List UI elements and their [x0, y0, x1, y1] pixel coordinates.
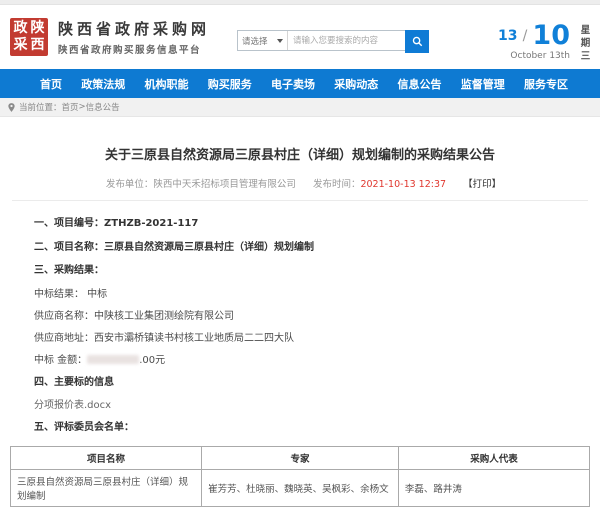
date-weekday: 星期三 [580, 25, 591, 63]
nav-item-procurement-news[interactable]: 采购动态 [334, 76, 378, 92]
search-button[interactable] [405, 30, 429, 53]
date-display: 13 / 10 October 13th [498, 22, 570, 61]
publisher: 发布单位：陕西中天禾招标项目管理有限公司 [106, 179, 296, 190]
date-numeric: 13 / 10 [498, 22, 570, 49]
article-meta: 发布单位：陕西中天禾招标项目管理有限公司 发布时间：2021-10-13 12:… [22, 176, 578, 190]
bid-amount-label: 中标 金额： [34, 355, 87, 366]
supplier-name-line: 供应商名称：中陕核工业集团测绘院有限公司 [34, 311, 578, 324]
breadcrumb-separator: > [79, 102, 86, 112]
site-title: 陕西省政府采购网 [58, 18, 210, 39]
publisher-label: 发布单位： [106, 179, 154, 190]
redacted-amount [87, 355, 139, 364]
site-header: 政 陕 采 西 陕西省政府采购网 陕西省政府购买服务信息平台 请选择 [0, 5, 600, 69]
main-subject-heading: 四、主要标的信息 [34, 377, 578, 390]
nav-item-purchase-services[interactable]: 购买服务 [208, 76, 252, 92]
date-month-name: October [510, 51, 546, 61]
breadcrumb-label: 当前位置： [19, 101, 62, 113]
publish-time: 发布时间：2021-10-13 12:37 [313, 179, 446, 190]
publisher-value: 陕西中天禾招标项目管理有限公司 [153, 179, 296, 190]
committee-heading: 五、评标委员会名单： [34, 422, 578, 435]
location-pin-icon [8, 103, 15, 112]
date-month: 10 [532, 20, 570, 51]
publish-time-label: 发布时间： [313, 179, 361, 190]
brand-text: 陕西省政府采购网 陕西省政府购买服务信息平台 [58, 18, 210, 56]
article-title: 关于三原县自然资源局三原县村庄（详细）规划编制的采购结果公告 [22, 117, 578, 163]
search-select-label: 请选择 [242, 35, 268, 47]
print-button[interactable]: 【打印】 [463, 179, 501, 190]
main-nav: 首页 政策法规 机构职能 购买服务 电子卖场 采购动态 信息公告 监督管理 服务… [0, 69, 600, 98]
committee-table: 项目名称 专家 采购人代表 三原县自然资源局三原县村庄（详细）规划编制 崔芳芳、… [10, 446, 590, 507]
search-bar: 请选择 [237, 30, 429, 51]
nav-item-announcements[interactable]: 信息公告 [398, 76, 442, 92]
site-logo[interactable]: 政 陕 采 西 [10, 18, 48, 56]
table-row: 三原县自然资源局三原县村庄（详细）规划编制 崔芳芳、杜晓丽、魏晓英、吴枫彩、余杨… [11, 469, 590, 506]
nav-item-functions[interactable]: 机构职能 [145, 76, 189, 92]
nav-item-supervision[interactable]: 监督管理 [461, 76, 505, 92]
nav-item-e-marketplace[interactable]: 电子卖场 [271, 76, 315, 92]
procurement-result-heading: 三、采购结果： [34, 265, 578, 278]
bid-result-line: 中标结果： 中标 [34, 289, 578, 302]
nav-item-home[interactable]: 首页 [40, 76, 62, 92]
article-content: 关于三原县自然资源局三原县村庄（详细）规划编制的采购结果公告 发布单位：陕西中天… [0, 117, 600, 507]
date-day: 13 [498, 28, 517, 44]
site-brand[interactable]: 政 陕 采 西 陕西省政府采购网 陕西省政府购买服务信息平台 [10, 18, 210, 56]
project-number-line: 一、项目编号：ZTHZB-2021-117 [34, 218, 578, 231]
bid-amount-suffix: .00元 [139, 355, 165, 366]
publish-time-value: 2021-10-13 12:37 [360, 179, 446, 190]
cell-purchaser-reps: 李磊、路井涛 [398, 469, 589, 506]
chevron-down-icon [277, 39, 283, 43]
logo-char: 政 [12, 20, 29, 37]
date-day-ordinal: 13th [549, 51, 570, 61]
site-subtitle: 陕西省政府购买服务信息平台 [58, 42, 210, 56]
table-header-row: 项目名称 专家 采购人代表 [11, 446, 590, 469]
nav-item-service-zone[interactable]: 服务专区 [524, 76, 568, 92]
project-name-line: 二、项目名称：三原县自然资源局三原县村庄（详细）规划编制 [34, 242, 578, 255]
nav-item-policies[interactable]: 政策法规 [81, 76, 125, 92]
date-separator: / [523, 28, 528, 44]
cell-experts: 崔芳芳、杜晓丽、魏晓英、吴枫彩、余杨文 [202, 469, 399, 506]
logo-char: 西 [29, 37, 46, 54]
col-header-project-name: 项目名称 [11, 446, 202, 469]
breadcrumb: 当前位置： 首页 > 信息公告 [0, 98, 600, 117]
breadcrumb-home-link[interactable]: 首页 [62, 101, 79, 113]
logo-char: 采 [12, 37, 29, 54]
col-header-experts: 专家 [202, 446, 399, 469]
cell-project-name: 三原县自然资源局三原县村庄（详细）规划编制 [11, 469, 202, 506]
col-header-purchaser-reps: 采购人代表 [398, 446, 589, 469]
bid-amount-line: 中标 金额： .00元 [34, 355, 578, 368]
supplier-address-line: 供应商地址：西安市灞桥镇读书村核工业地质局二二四大队 [34, 333, 578, 346]
attachment-link[interactable]: 分项报价表.docx [34, 400, 578, 413]
breadcrumb-current: 信息公告 [86, 101, 120, 113]
logo-char: 陕 [29, 20, 46, 37]
date-text: October 13th [498, 51, 570, 61]
article-body: 一、项目编号：ZTHZB-2021-117 二、项目名称：三原县自然资源局三原县… [22, 201, 578, 435]
search-icon [412, 36, 423, 47]
search-category-select[interactable]: 请选择 [238, 31, 288, 50]
search-input[interactable] [288, 31, 406, 50]
page: 政 陕 采 西 陕西省政府采购网 陕西省政府购买服务信息平台 请选择 [0, 0, 600, 450]
